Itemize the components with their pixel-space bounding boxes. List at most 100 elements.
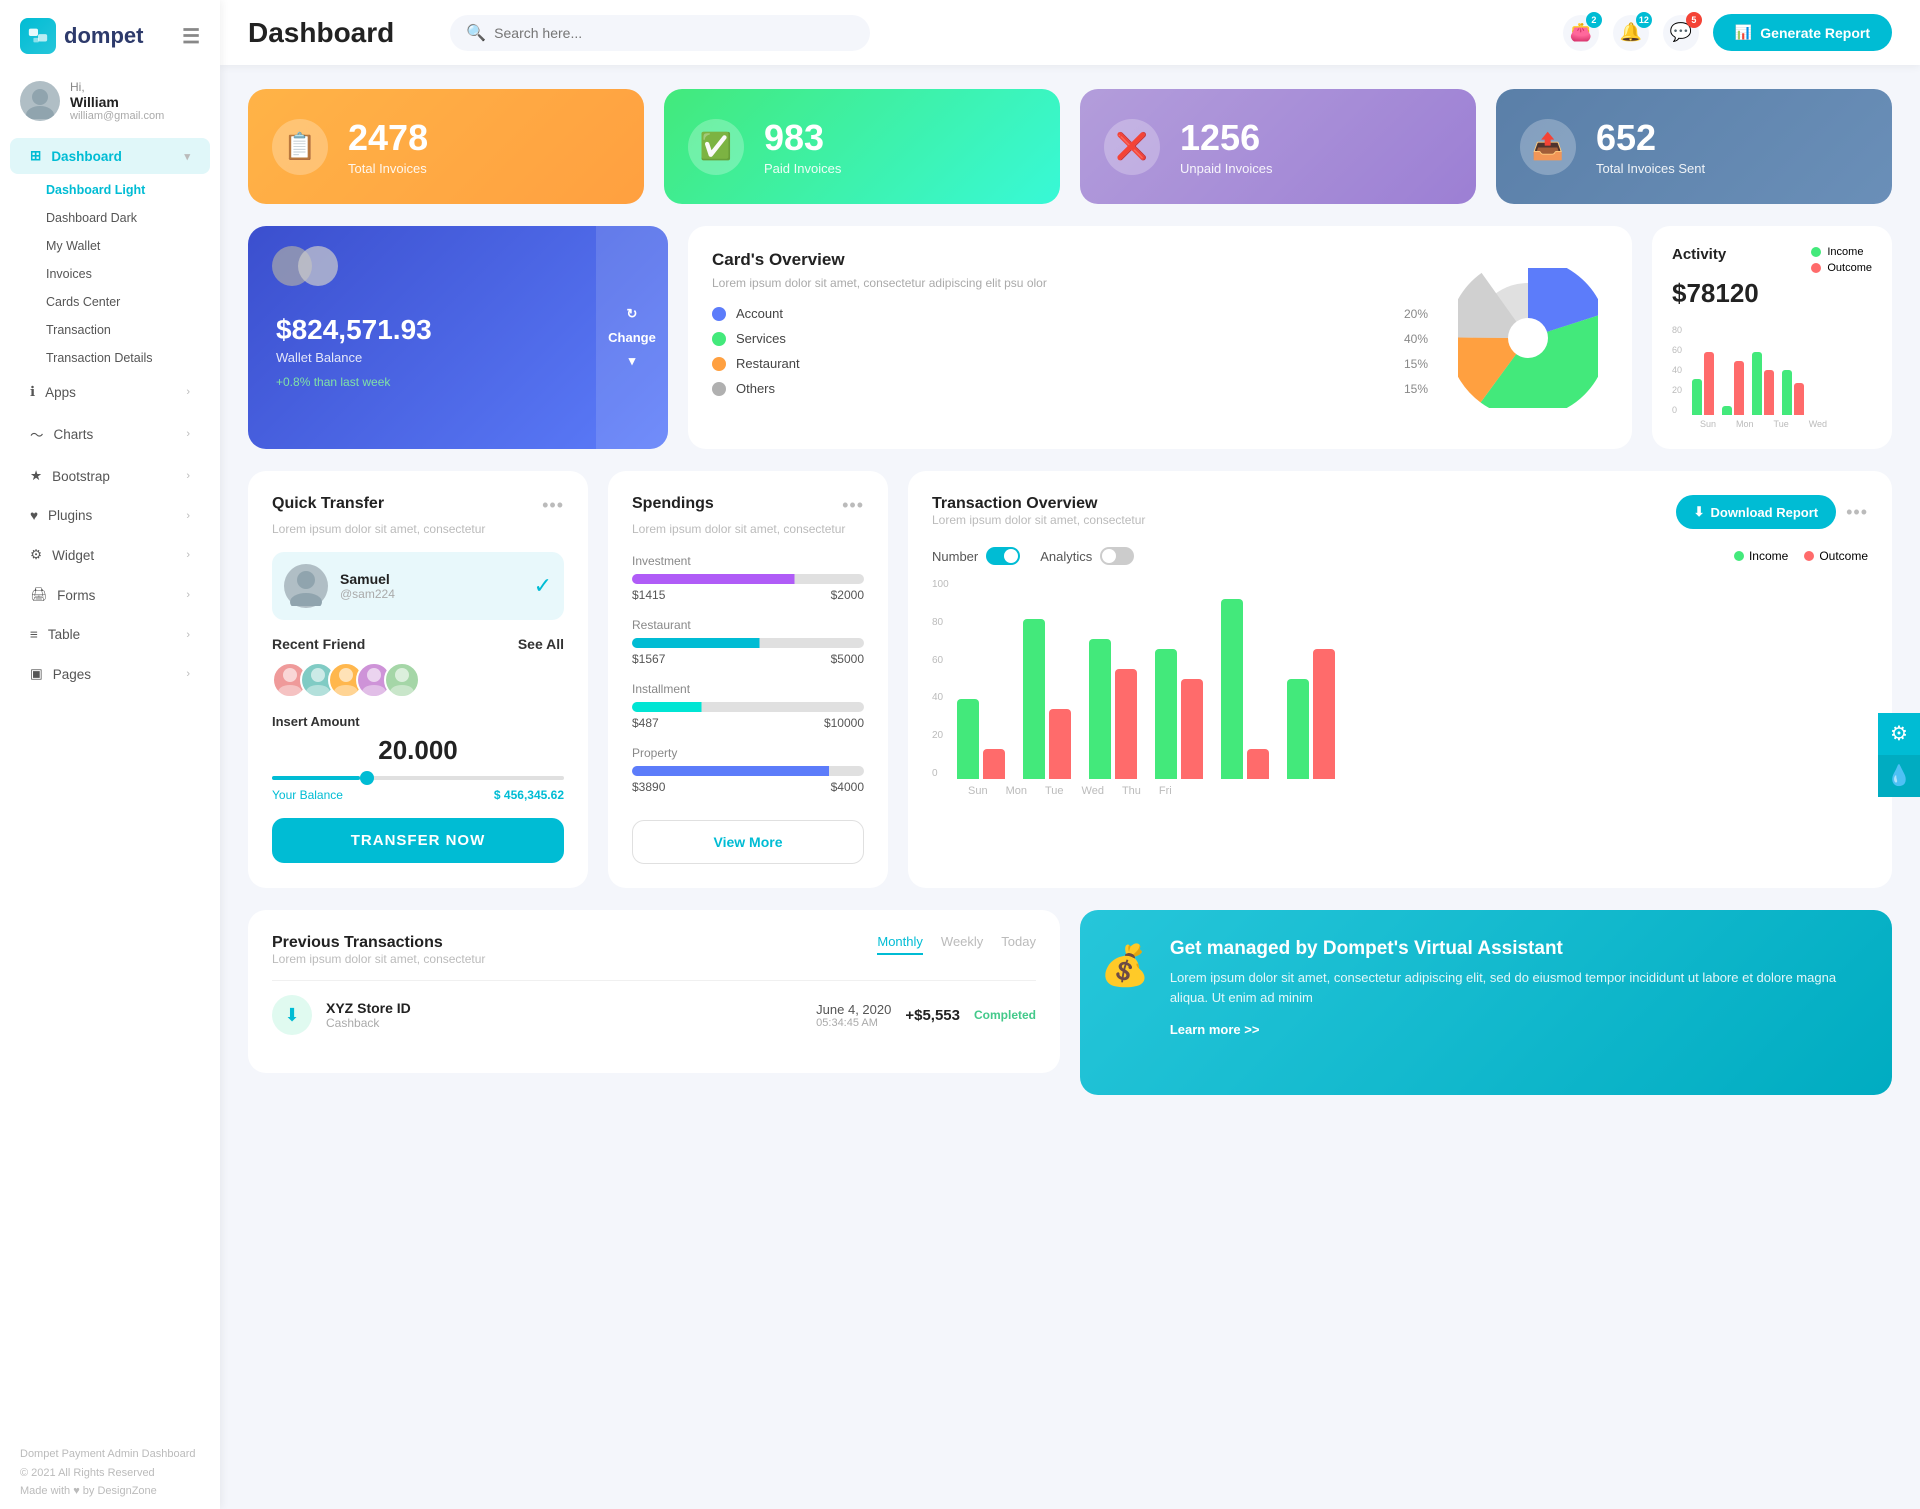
tab-today[interactable]: Today	[1001, 934, 1036, 955]
number-toggle-group: Number	[932, 547, 1020, 565]
sidebar-subitem-invoices[interactable]: Invoices	[0, 260, 220, 288]
sidebar-item-forms[interactable]: 🖨 Forms ›	[10, 577, 210, 613]
sidebar-subitem-my-wallet[interactable]: My Wallet	[0, 232, 220, 260]
cta-learn-more[interactable]: Learn more >>	[1170, 1022, 1260, 1037]
stat-card-total-invoices: 📋 2478 Total Invoices	[248, 89, 644, 204]
app-name: dompet	[64, 23, 143, 49]
others-dot	[712, 382, 726, 396]
income-bar	[1782, 370, 1792, 415]
bell-icon-btn[interactable]: 🔔 12	[1613, 15, 1649, 51]
sp-total: $5000	[831, 652, 864, 666]
quick-transfer-card: Quick Transfer ••• Lorem ipsum dolor sit…	[248, 471, 588, 888]
prev-tx-header: Previous Transactions Lorem ipsum dolor …	[272, 934, 1036, 976]
activity-chart: 0 20 40 60 80	[1672, 325, 1872, 415]
sidebar-subitem-dashboard-light[interactable]: Dashboard Light	[0, 176, 220, 204]
co-label: Account	[736, 306, 783, 321]
spendings-header: Spendings •••	[632, 495, 864, 516]
user-avatar	[284, 564, 328, 608]
co-label: Services	[736, 331, 786, 346]
wallet-icon-btn[interactable]: 👛 2	[1563, 15, 1599, 51]
cta-desc: Lorem ipsum dolor sit amet, consectetur …	[1170, 968, 1864, 1007]
chevron-right-icon: ›	[186, 549, 190, 561]
co-pct: 15%	[1404, 382, 1428, 396]
footer-text: Dompet Payment Admin Dashboard	[20, 1445, 200, 1464]
sidebar-item-bootstrap[interactable]: ★ Bootstrap ›	[10, 458, 210, 494]
more-options-icon[interactable]: •••	[1846, 502, 1868, 523]
chevron-right-icon: ›	[186, 470, 190, 482]
tab-weekly[interactable]: Weekly	[941, 934, 983, 955]
see-all-button[interactable]: See All	[518, 636, 564, 652]
sp-label: Restaurant	[632, 618, 864, 632]
plugins-icon: ♥	[30, 508, 38, 523]
spendings-desc: Lorem ipsum dolor sit amet, consectetur	[632, 522, 864, 536]
subitem-label: Cards Center	[46, 295, 120, 309]
water-float-button[interactable]: 💧	[1878, 755, 1920, 797]
download-btn-label: Download Report	[1710, 505, 1818, 520]
sidebar-subitem-dashboard-dark[interactable]: Dashboard Dark	[0, 204, 220, 232]
spending-installment: Installment $487 $10000	[632, 682, 864, 730]
outcome-bar	[1049, 709, 1071, 779]
stat-value: 983	[764, 117, 841, 159]
activity-title: Activity	[1672, 246, 1726, 263]
view-more-button[interactable]: View More	[632, 820, 864, 864]
to-desc: Lorem ipsum dolor sit amet, consectetur	[932, 513, 1145, 527]
wallet-change: +0.8% than last week	[276, 375, 640, 389]
search-bar[interactable]: 🔍	[450, 15, 870, 51]
gear-icon: ⚙	[1890, 721, 1908, 746]
slider-thumb[interactable]	[360, 771, 374, 785]
outcome-legend: Outcome	[1811, 262, 1872, 274]
balance-label: Your Balance	[272, 788, 343, 802]
co-services: Services 40%	[712, 331, 1428, 346]
stat-value: 652	[1596, 117, 1705, 159]
restaurant-dot	[712, 357, 726, 371]
header-icons: 👛 2 🔔 12 💬 5 📊 Generate Report	[1563, 14, 1892, 51]
footer-copy: © 2021 All Rights Reserved	[20, 1464, 200, 1483]
selected-user[interactable]: Samuel @sam224 ✓	[272, 552, 564, 620]
header: Dashboard 🔍 👛 2 🔔 12 💬 5 📊 Generate Repo…	[220, 0, 1920, 65]
sidebar-subitem-cards-center[interactable]: Cards Center	[0, 288, 220, 316]
prev-transactions-card: Previous Transactions Lorem ipsum dolor …	[248, 910, 1060, 1073]
card-overview-info: Card's Overview Lorem ipsum dolor sit am…	[712, 250, 1428, 425]
more-options-icon[interactable]: •••	[842, 495, 864, 516]
friend-avatar[interactable]	[384, 662, 420, 698]
spending-restaurant: Restaurant $1567 $5000	[632, 618, 864, 666]
stat-label: Total Invoices Sent	[1596, 161, 1705, 176]
sidebar-item-dashboard[interactable]: ⊞ Dashboard ▾	[10, 138, 210, 174]
stat-card-invoices-sent: 📤 652 Total Invoices Sent	[1496, 89, 1892, 204]
transfer-now-button[interactable]: TRANSFER NOW	[272, 818, 564, 863]
cta-content: Get managed by Dompet's Virtual Assistan…	[1170, 938, 1864, 1039]
subitem-label: Invoices	[46, 267, 92, 281]
analytics-toggle[interactable]	[1100, 547, 1134, 565]
outcome-bar	[1764, 370, 1774, 415]
generate-report-button[interactable]: 📊 Generate Report	[1713, 14, 1892, 51]
more-options-icon[interactable]: •••	[542, 495, 564, 516]
number-toggle[interactable]	[986, 547, 1020, 565]
made-with-text: Made with ♥ by DesignZone	[20, 1482, 157, 1501]
nav-item-label: Widget	[52, 548, 94, 563]
sidebar-item-pages[interactable]: ▣ Pages ›	[10, 656, 210, 692]
bottom-row: Quick Transfer ••• Lorem ipsum dolor sit…	[248, 471, 1892, 888]
user-name: Samuel	[340, 571, 395, 587]
download-report-button[interactable]: ⬇ Download Report	[1676, 495, 1837, 529]
search-input[interactable]	[494, 25, 854, 41]
sidebar-item-charts[interactable]: 〜 Charts ›	[10, 414, 210, 454]
outcome-legend-dot	[1804, 551, 1814, 561]
sidebar-item-apps[interactable]: ℹ Apps ›	[10, 374, 210, 410]
amount-slider[interactable]	[272, 776, 564, 780]
user-email: william@gmail.com	[70, 110, 164, 122]
hamburger-icon[interactable]: ☰	[182, 24, 200, 49]
change-button[interactable]: ↻ Change ▾	[596, 226, 668, 449]
sidebar-item-widget[interactable]: ⚙ Widget ›	[10, 537, 210, 573]
sidebar-subitem-transaction[interactable]: Transaction	[0, 316, 220, 344]
wallet-amount: $824,571.93	[276, 314, 640, 346]
wallet-label: Wallet Balance	[276, 350, 640, 365]
tab-monthly[interactable]: Monthly	[877, 934, 923, 955]
chat-icon-btn[interactable]: 💬 5	[1663, 15, 1699, 51]
sidebar-subitem-transaction-details[interactable]: Transaction Details	[0, 344, 220, 372]
check-icon: ✓	[534, 573, 552, 599]
sidebar-item-table[interactable]: ≡ Table ›	[10, 617, 210, 652]
recent-friends-header: Recent Friend See All	[272, 636, 564, 652]
sidebar-item-plugins[interactable]: ♥ Plugins ›	[10, 498, 210, 533]
settings-float-button[interactable]: ⚙	[1878, 713, 1920, 755]
income-bar	[1023, 619, 1045, 779]
